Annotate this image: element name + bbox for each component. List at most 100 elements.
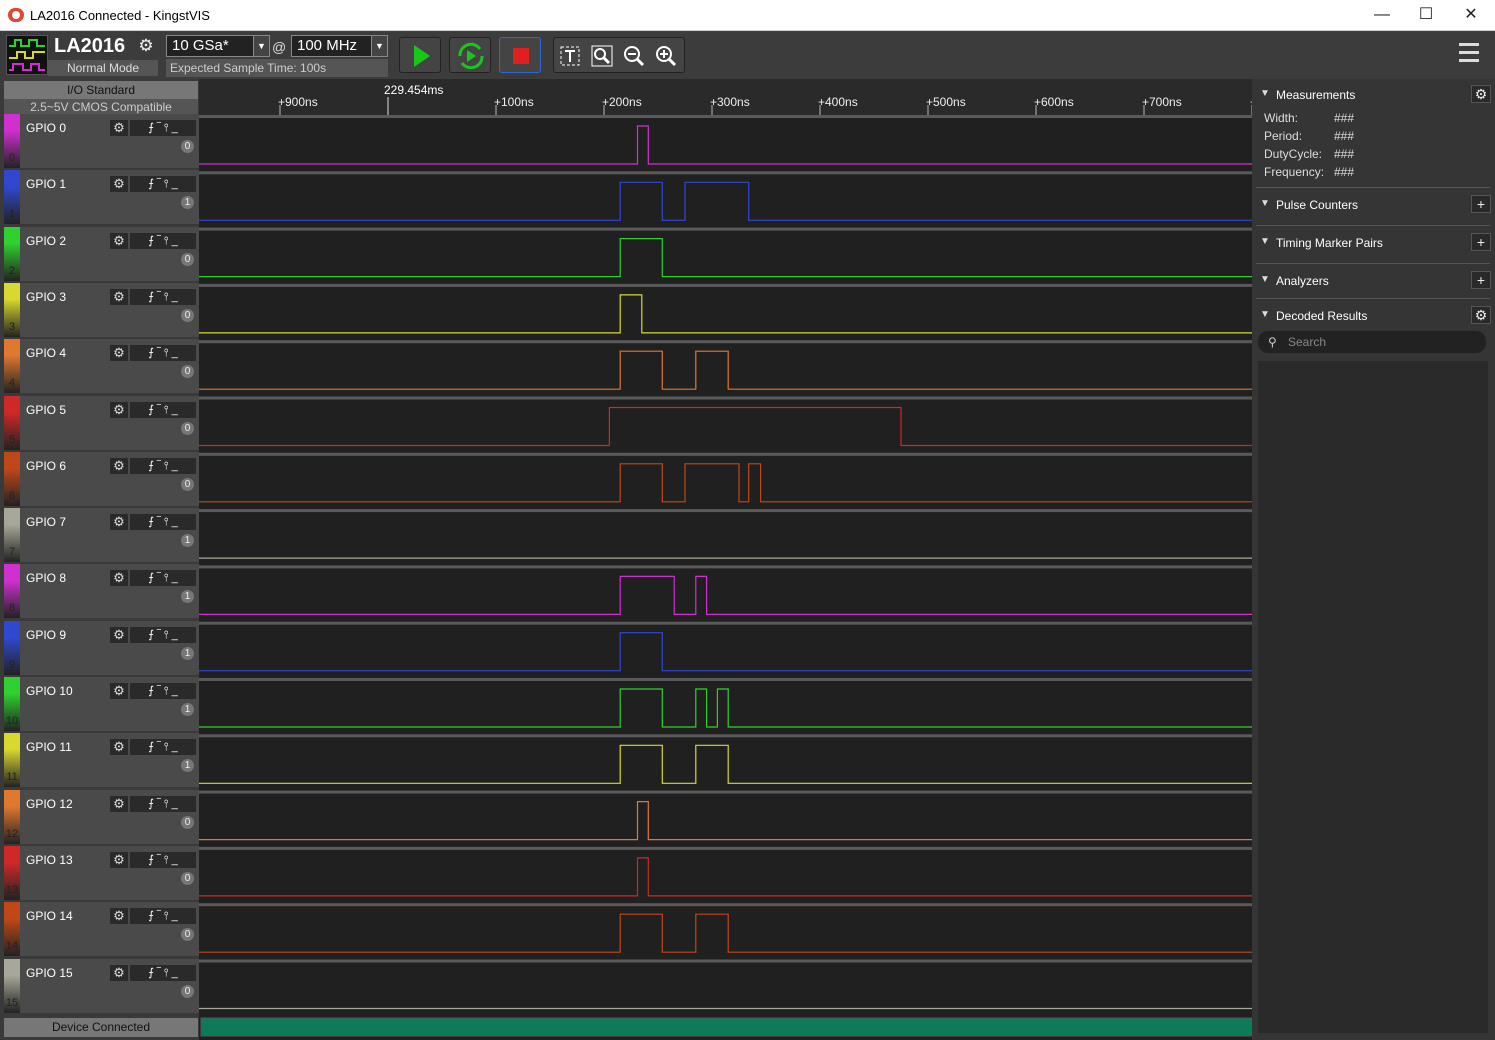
channel-name[interactable]: GPIO 11: [26, 740, 72, 754]
decoded-results-list[interactable]: [1258, 361, 1488, 1033]
text-tool-icon[interactable]: [558, 45, 582, 67]
channel-name[interactable]: GPIO 5: [26, 403, 66, 417]
channel-name[interactable]: GPIO 7: [26, 515, 66, 529]
channel-settings-icon[interactable]: ⚙: [110, 401, 128, 418]
device-icon[interactable]: [6, 35, 48, 75]
pulse-counters-title: Pulse Counters: [1276, 198, 1359, 212]
trigger-select-icons[interactable]: ⨍ ‾ ⫯ _: [130, 345, 196, 362]
channel-name[interactable]: GPIO 9: [26, 628, 66, 642]
channel-settings-icon[interactable]: ⚙: [110, 739, 128, 756]
channel-settings-icon[interactable]: ⚙: [110, 232, 128, 249]
collapse-triangle-icon[interactable]: ▼: [1260, 274, 1270, 285]
channel-name[interactable]: GPIO 14: [26, 909, 73, 923]
zoom-out-icon[interactable]: [622, 45, 646, 67]
channel-name[interactable]: GPIO 4: [26, 346, 66, 360]
channel-row[interactable]: 14 GPIO 14 ⚙ ⨍ ‾ ⫯ _ 0: [4, 902, 199, 957]
channel-row[interactable]: 8 GPIO 8 ⚙ ⨍ ‾ ⫯ _ 1: [4, 564, 199, 619]
stop-button[interactable]: [499, 37, 541, 73]
channel-settings-icon[interactable]: ⚙: [110, 288, 128, 305]
trigger-select-icons[interactable]: ⨍ ‾ ⫯ _: [130, 120, 196, 136]
collapse-triangle-icon[interactable]: ▼: [1260, 309, 1270, 320]
trigger-select-icons[interactable]: ⨍ ‾ ⫯ _: [130, 570, 196, 587]
channel-settings-icon[interactable]: ⚙: [110, 908, 128, 925]
channel-name[interactable]: GPIO 10: [26, 684, 73, 698]
channel-row[interactable]: 10 GPIO 10 ⚙ ⨍ ‾ ⫯ _ 1: [4, 677, 199, 731]
channel-name[interactable]: GPIO 13: [26, 853, 73, 867]
start-button[interactable]: [399, 37, 441, 73]
waveform-area[interactable]: +900ns +100ns +200ns +300ns +400ns +500ns +600…: [199, 79, 1252, 1040]
trigger-select-icons[interactable]: ⨍ ‾ ⫯ _: [130, 401, 196, 418]
add-analyzer-button[interactable]: +: [1471, 271, 1491, 289]
measurements-settings-button[interactable]: ⚙: [1471, 85, 1491, 103]
channel-state-badge: 0: [181, 252, 194, 266]
channel-settings-icon[interactable]: ⚙: [110, 345, 128, 362]
collapse-triangle-icon[interactable]: ▼: [1260, 236, 1270, 247]
channel-settings-icon[interactable]: ⚙: [110, 795, 128, 812]
collapse-triangle-icon[interactable]: ▼: [1260, 88, 1270, 99]
channel-settings-icon[interactable]: ⚙: [110, 570, 128, 587]
trigger-select-icons[interactable]: ⨍ ‾ ⫯ _: [130, 739, 196, 756]
channel-name[interactable]: GPIO 12: [26, 797, 73, 811]
channel-row[interactable]: 12 GPIO 12 ⚙ ⨍ ‾ ⫯ _ 0: [4, 789, 199, 844]
channel-row[interactable]: 3 GPIO 3 ⚙ ⨍ ‾ ⫯ _ 0: [4, 282, 199, 337]
channel-name[interactable]: GPIO 8: [26, 571, 66, 585]
channel-settings-icon[interactable]: ⚙: [110, 120, 128, 136]
channel-state-badge: 1: [181, 646, 194, 660]
channel-name[interactable]: GPIO 2: [26, 234, 66, 248]
add-pulse-counter-button[interactable]: +: [1471, 195, 1491, 213]
channel-name[interactable]: GPIO 1: [26, 177, 66, 191]
channel-settings-icon[interactable]: ⚙: [110, 457, 128, 474]
channel-row[interactable]: 4 GPIO 4 ⚙ ⨍ ‾ ⫯ _ 0: [4, 339, 199, 394]
channel-settings-icon[interactable]: ⚙: [110, 514, 128, 531]
channel-row[interactable]: 1 GPIO 1 ⚙ ⨍ ‾ ⫯ _ 1: [4, 170, 199, 225]
maximize-button[interactable]: ☐: [1403, 0, 1449, 31]
channel-row[interactable]: 6 GPIO 6 ⚙ ⨍ ‾ ⫯ _ 0: [4, 451, 199, 506]
device-settings-icon[interactable]: ⚙: [137, 37, 155, 55]
channel-name[interactable]: GPIO 6: [26, 459, 66, 473]
channel-row[interactable]: 7 GPIO 7 ⚙ ⨍ ‾ ⫯ _ 1: [4, 508, 199, 563]
sample-rate-select[interactable]: 10 GSa* ▼: [166, 35, 270, 57]
sample-depth-value: 100 MHz: [297, 37, 358, 54]
channel-settings-icon[interactable]: ⚙: [110, 683, 128, 699]
channel-settings-icon[interactable]: ⚙: [110, 626, 128, 643]
channel-row[interactable]: 15 GPIO 15 ⚙ ⨍ ‾ ⫯ _ 0: [4, 958, 199, 1013]
trigger-select-icons[interactable]: ⨍ ‾ ⫯ _: [130, 232, 196, 249]
channel-name[interactable]: GPIO 3: [26, 290, 66, 304]
add-timing-marker-button[interactable]: +: [1471, 233, 1491, 251]
trigger-select-icons[interactable]: ⨍ ‾ ⫯ _: [130, 851, 196, 868]
search-input[interactable]: ⚲ Search: [1258, 331, 1486, 353]
close-button[interactable]: ✕: [1448, 0, 1494, 31]
channel-row[interactable]: 13 GPIO 13 ⚙ ⨍ ‾ ⫯ _ 0: [4, 845, 199, 900]
collapse-triangle-icon[interactable]: ▼: [1260, 198, 1270, 209]
channel-row[interactable]: 9 GPIO 9 ⚙ ⨍ ‾ ⫯ _ 1: [4, 620, 199, 675]
channel-row[interactable]: 0 GPIO 0 ⚙ ⨍ ‾ ⫯ _ 0: [4, 114, 199, 168]
trigger-select-icons[interactable]: ⨍ ‾ ⫯ _: [130, 457, 196, 474]
waveform-canvas[interactable]: +900ns +100ns +200ns +300ns +400ns +500ns +600…: [199, 79, 1252, 1040]
channel-settings-icon[interactable]: ⚙: [110, 964, 128, 981]
trigger-select-icons[interactable]: ⨍ ‾ ⫯ _: [130, 795, 196, 812]
trigger-select-icons[interactable]: ⨍ ‾ ⫯ _: [130, 626, 196, 643]
channel-row[interactable]: 11 GPIO 11 ⚙ ⨍ ‾ ⫯ _ 1: [4, 733, 199, 788]
trigger-select-icons[interactable]: ⨍ ‾ ⫯ _: [130, 683, 196, 699]
channel-name[interactable]: GPIO 15: [26, 966, 73, 980]
decoded-results-settings-button[interactable]: ⚙: [1471, 306, 1491, 324]
loop-start-button[interactable]: [449, 37, 491, 73]
channel-number: 0: [8, 152, 16, 164]
channel-row[interactable]: 2 GPIO 2 ⚙ ⨍ ‾ ⫯ _ 0: [4, 226, 199, 281]
minimize-button[interactable]: —: [1359, 0, 1405, 31]
zoom-area-icon[interactable]: [590, 45, 614, 67]
channel-number: 11: [6, 771, 18, 784]
trigger-select-icons[interactable]: ⨍ ‾ ⫯ _: [130, 908, 196, 925]
io-standard[interactable]: I/O Standard 2.5~5V CMOS Compatible: [4, 81, 198, 115]
trigger-select-icons[interactable]: ⨍ ‾ ⫯ _: [130, 514, 196, 531]
channel-settings-icon[interactable]: ⚙: [110, 851, 128, 868]
trigger-select-icons[interactable]: ⨍ ‾ ⫯ _: [130, 288, 196, 305]
trigger-select-icons[interactable]: ⨍ ‾ ⫯ _: [130, 176, 196, 193]
channel-row[interactable]: 5 GPIO 5 ⚙ ⨍ ‾ ⫯ _ 0: [4, 395, 199, 450]
trigger-select-icons[interactable]: ⨍ ‾ ⫯ _: [130, 964, 196, 981]
zoom-in-icon[interactable]: [654, 45, 678, 67]
channel-name[interactable]: GPIO 0: [26, 121, 66, 135]
channel-settings-icon[interactable]: ⚙: [110, 176, 128, 193]
menu-icon[interactable]: [1459, 43, 1479, 65]
sample-depth-select[interactable]: 100 MHz ▼: [291, 35, 388, 57]
